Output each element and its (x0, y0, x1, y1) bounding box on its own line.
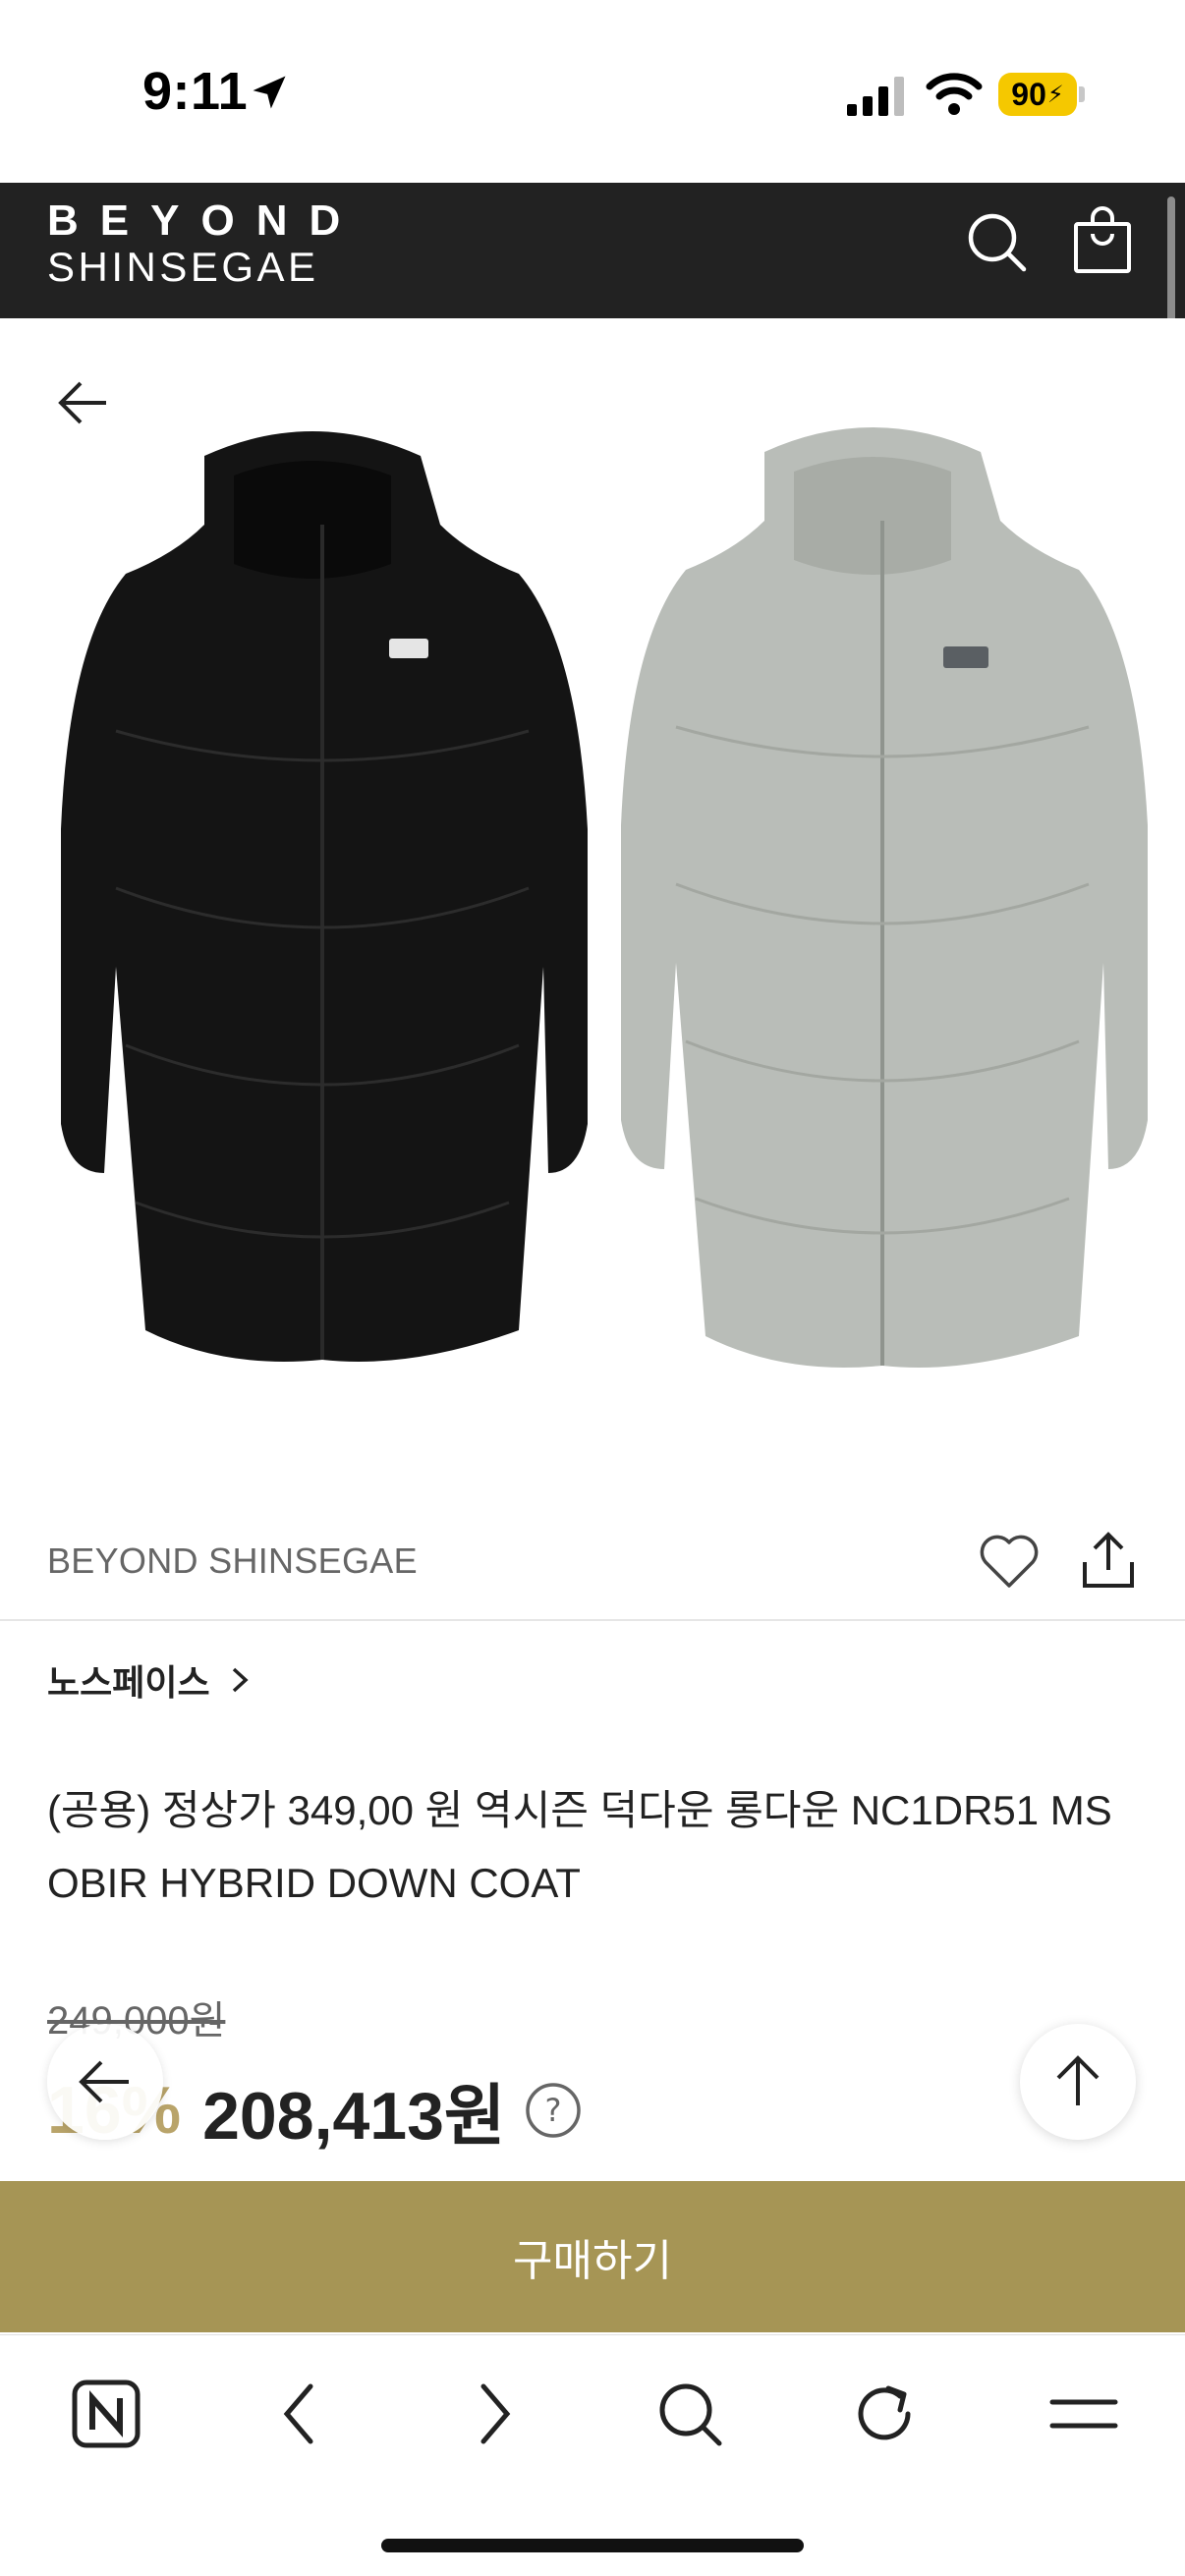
home-indicator[interactable] (381, 2539, 804, 2552)
status-time: 9:11 (142, 62, 249, 121)
logo-top-text: BEYOND (47, 196, 363, 245)
sale-price: 208,413원 (202, 2079, 506, 2154)
buy-button[interactable]: 구매하기 (0, 2181, 1185, 2332)
product-title: (공용) 정상가 349,00 원 역시즌 덕다운 롱다운 NC1DR51 MS… (47, 1787, 1112, 1906)
site-header: BEYOND SHINSEGAE (0, 183, 1185, 318)
help-icon[interactable]: ? (525, 2082, 582, 2139)
back-arrow-icon (79, 2060, 129, 2103)
location-arrow-icon (253, 76, 286, 109)
search-icon[interactable] (963, 208, 1032, 277)
naver-n-icon (72, 2380, 141, 2448)
svg-text:?: ? (545, 2092, 562, 2129)
wifi-icon (926, 73, 983, 115)
chevron-left-icon (283, 2383, 313, 2444)
brand-link[interactable]: 노스페이스 (47, 1654, 252, 1706)
brand-name: 노스페이스 (47, 1662, 210, 1703)
product-image[interactable] (0, 318, 1185, 1497)
chevron-right-icon (232, 1667, 249, 1693)
battery-nub (1079, 86, 1085, 102)
browser-forward-icon[interactable] (456, 2375, 535, 2453)
browser-refresh-icon[interactable] (845, 2375, 924, 2453)
share-icon[interactable] (1079, 1529, 1138, 1592)
logo-bottom-text: SHINSEGAE (47, 244, 319, 290)
scroll-to-top-button[interactable] (1020, 2024, 1136, 2140)
refresh-icon (858, 2385, 911, 2440)
shopping-bag-icon[interactable] (1071, 206, 1134, 277)
seller-row: BEYOND SHINSEGAE (0, 1513, 1185, 1621)
seller-name: BEYOND SHINSEGAE (47, 1540, 418, 1581)
chevron-right-icon (480, 2383, 511, 2444)
battery-level: 90 (1011, 76, 1046, 112)
naver-home-icon[interactable] (67, 2375, 145, 2453)
black-coat-image (61, 431, 588, 1362)
gray-coat-image (621, 427, 1148, 1368)
arrow-up-icon (1056, 2055, 1100, 2105)
back-arrow-icon[interactable] (57, 381, 108, 424)
site-logo[interactable]: BEYOND SHINSEGAE (47, 196, 362, 289)
browser-back-icon[interactable] (259, 2375, 338, 2453)
menu-icon (1049, 2399, 1118, 2429)
status-bar: 9:11 90 ⚡ (0, 0, 1185, 183)
search-icon (659, 2383, 722, 2446)
battery-indicator: 90 ⚡ (998, 73, 1077, 116)
cellular-signal-icon (847, 77, 904, 116)
heart-icon[interactable] (979, 1533, 1040, 1590)
floating-back-button[interactable] (47, 2024, 163, 2140)
browser-search-icon[interactable] (650, 2375, 729, 2453)
browser-menu-icon[interactable] (1040, 2375, 1128, 2453)
charging-bolt-icon: ⚡ (1046, 81, 1064, 108)
